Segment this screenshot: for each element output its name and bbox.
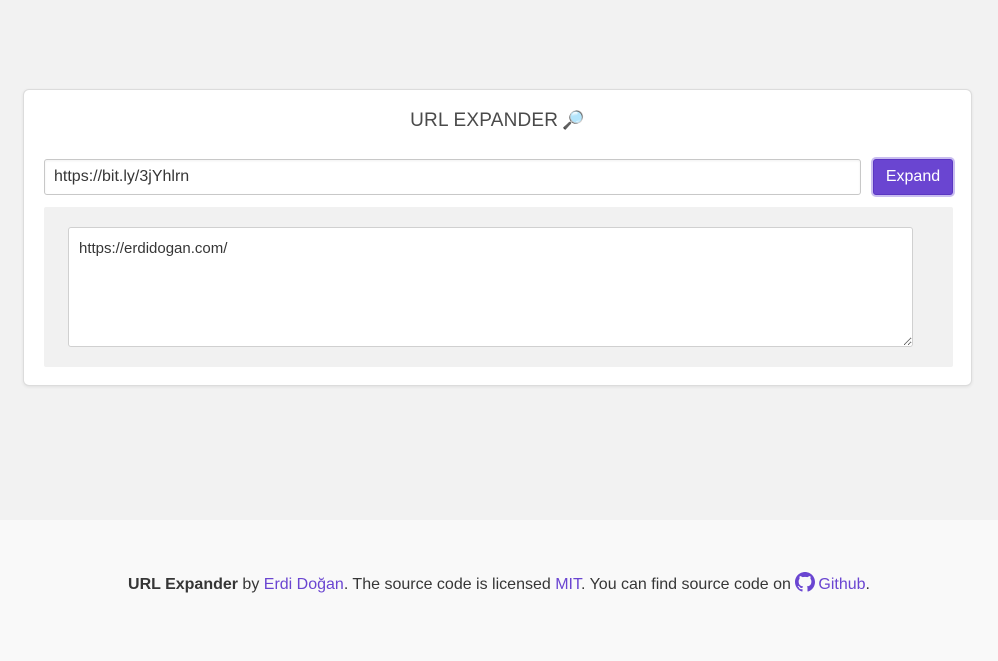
footer-by-text: by xyxy=(237,576,264,593)
github-label: Github xyxy=(818,576,866,593)
github-link[interactable]: Github xyxy=(795,572,866,593)
main-section: URL EXPANDER🔎 Expand https://erdidogan.c… xyxy=(0,0,998,520)
license-link[interactable]: MIT xyxy=(555,576,581,593)
magnifier-icon: 🔎 xyxy=(562,110,585,130)
url-input[interactable] xyxy=(44,159,861,195)
github-icon xyxy=(795,572,816,592)
expanded-url-output[interactable]: https://erdidogan.com/ xyxy=(68,227,913,347)
page-title: URL EXPANDER 🔎 xyxy=(24,110,971,132)
result-container: https://erdidogan.com/ xyxy=(44,207,953,367)
expand-button[interactable]: Expand xyxy=(873,159,953,195)
footer-license-text: . The source code is licensed xyxy=(343,576,556,593)
footer-text: URL Expander by Erdi Doğan. The source c… xyxy=(0,572,998,594)
expander-card: URL EXPANDER🔎 Expand https://erdidogan.c… xyxy=(23,89,972,386)
footer-end-text: . xyxy=(865,576,870,593)
footer-app-name: URL Expander xyxy=(128,576,238,593)
author-link[interactable]: Erdi Doğan xyxy=(264,576,344,593)
footer: URL Expander by Erdi Doğan. The source c… xyxy=(0,520,998,661)
title-text: URL EXPANDER xyxy=(410,110,559,131)
footer-source-text: . You can find source code on xyxy=(580,576,796,593)
